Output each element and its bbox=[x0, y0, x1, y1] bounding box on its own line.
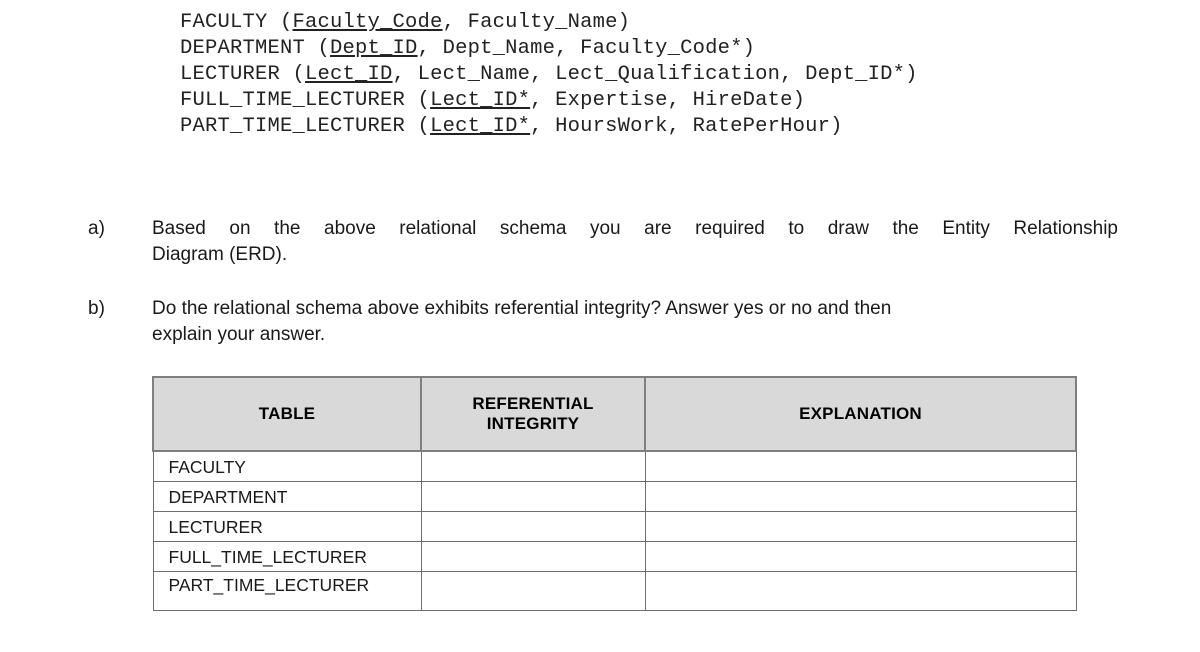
primary-key: Dept_ID bbox=[330, 37, 418, 60]
table-row: PART_TIME_LECTURER bbox=[152, 571, 1077, 611]
cell-referential-integrity[interactable] bbox=[420, 571, 646, 611]
cell-referential-integrity[interactable] bbox=[420, 481, 646, 512]
attribute-list: , Expertise, HireDate) bbox=[530, 89, 806, 112]
cell-explanation[interactable] bbox=[644, 450, 1077, 482]
column-header-explanation: EXPLANATION bbox=[644, 376, 1077, 452]
question-a-line-2: Diagram (ERD). bbox=[152, 244, 288, 265]
question-b-line-2: explain your answer. bbox=[152, 324, 326, 345]
schema-line-department: DEPARTMENT (Dept_ID, Dept_Name, Faculty_… bbox=[180, 36, 1100, 62]
question-a-line-1: Based on the above relational schema you… bbox=[152, 218, 1118, 239]
relation-name: DEPARTMENT bbox=[180, 37, 306, 60]
cell-table-name: FACULTY bbox=[152, 450, 422, 482]
question-b-line-1: Do the relational schema above exhibits … bbox=[152, 298, 892, 319]
cell-explanation[interactable] bbox=[644, 541, 1077, 572]
attribute-list: , HoursWork, RatePerHour) bbox=[530, 115, 843, 138]
table-row: FULL_TIME_LECTURER bbox=[152, 541, 1077, 572]
primary-key: Lect_ID bbox=[305, 63, 393, 86]
column-header-referential-integrity: REFERENTIAL INTEGRITY bbox=[420, 376, 646, 452]
paren-open: ( bbox=[305, 37, 331, 60]
cell-table-name: FULL_TIME_LECTURER bbox=[152, 541, 422, 572]
schema-line-part-time-lecturer: PART_TIME_LECTURER (Lect_ID*, HoursWork,… bbox=[180, 114, 1100, 140]
question-b: b) Do the relational schema above exhibi… bbox=[88, 296, 1118, 348]
cell-referential-integrity[interactable] bbox=[420, 450, 646, 482]
cell-table-name: LECTURER bbox=[152, 511, 422, 542]
cell-table-name: PART_TIME_LECTURER bbox=[152, 571, 422, 611]
question-b-text: Do the relational schema above exhibits … bbox=[152, 296, 1118, 348]
cell-explanation[interactable] bbox=[644, 481, 1077, 512]
relation-name: PART_TIME_LECTURER bbox=[180, 115, 406, 138]
table-row: FACULTY bbox=[152, 450, 1077, 482]
question-a-text: Based on the above relational schema you… bbox=[152, 216, 1118, 268]
cell-table-name: DEPARTMENT bbox=[152, 481, 422, 512]
primary-key: Faculty_Code bbox=[292, 11, 443, 34]
column-header-line-1: REFERENTIAL bbox=[472, 394, 594, 413]
paren-open: ( bbox=[405, 115, 431, 138]
relation-name: LECTURER bbox=[180, 63, 281, 86]
cell-explanation[interactable] bbox=[644, 571, 1077, 611]
question-a-label: a) bbox=[88, 218, 105, 239]
primary-key: Lect_ID* bbox=[430, 89, 531, 112]
table-row: LECTURER bbox=[152, 511, 1077, 542]
cell-referential-integrity[interactable] bbox=[420, 511, 646, 542]
relation-name: FACULTY bbox=[180, 11, 268, 34]
paren-open: ( bbox=[280, 63, 306, 86]
schema-line-faculty: FACULTY (Faculty_Code, Faculty_Name) bbox=[180, 10, 1100, 36]
paren-open: ( bbox=[405, 89, 431, 112]
attribute-list: , Dept_Name, Faculty_Code*) bbox=[417, 37, 756, 60]
question-b-label: b) bbox=[88, 298, 105, 319]
table-header-row: TABLE REFERENTIAL INTEGRITY EXPLANATION bbox=[152, 376, 1077, 452]
cell-referential-integrity[interactable] bbox=[420, 541, 646, 572]
attribute-list: , Faculty_Name) bbox=[442, 11, 631, 34]
table-row: DEPARTMENT bbox=[152, 481, 1077, 512]
schema-line-lecturer: LECTURER (Lect_ID, Lect_Name, Lect_Quali… bbox=[180, 62, 1100, 88]
relational-schema-block: FACULTY (Faculty_Code, Faculty_Name) DEP… bbox=[180, 10, 1100, 140]
relation-name: FULL_TIME_LECTURER bbox=[180, 89, 406, 112]
schema-line-full-time-lecturer: FULL_TIME_LECTURER (Lect_ID*, Expertise,… bbox=[180, 88, 1100, 114]
referential-integrity-answer-table: TABLE REFERENTIAL INTEGRITY EXPLANATION F… bbox=[152, 376, 1077, 611]
cell-explanation[interactable] bbox=[644, 511, 1077, 542]
question-a: a) Based on the above relational schema … bbox=[88, 216, 1118, 268]
paren-open: ( bbox=[267, 11, 293, 34]
primary-key: Lect_ID* bbox=[430, 115, 531, 138]
attribute-list: , Lect_Name, Lect_Qualification, Dept_ID… bbox=[392, 63, 918, 86]
column-header-line-2: INTEGRITY bbox=[486, 414, 580, 433]
column-header-table: TABLE bbox=[152, 376, 422, 452]
